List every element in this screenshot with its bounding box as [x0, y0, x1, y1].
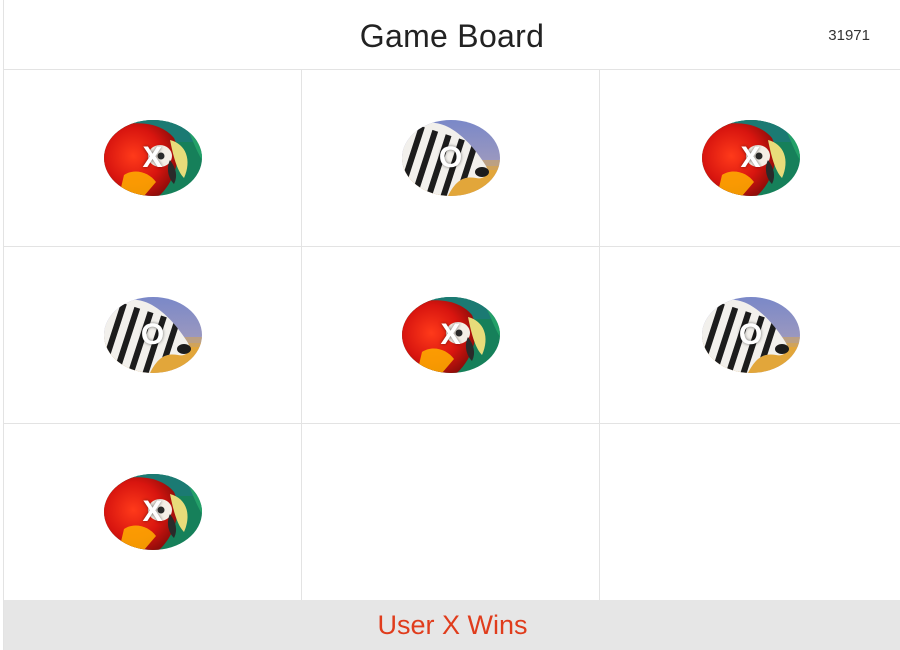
game-board: X O X O X O X [4, 70, 900, 600]
board-cell[interactable] [600, 424, 900, 600]
parrot-icon: X [103, 474, 202, 550]
cell-mark: X [142, 141, 163, 174]
board-cell[interactable]: O [600, 247, 900, 424]
parrot-icon: X [701, 120, 800, 196]
zebra-icon: O [701, 297, 800, 373]
board-cell[interactable]: O [4, 247, 302, 424]
status-bar: User X Wins [4, 600, 900, 650]
status-text: User X Wins [377, 610, 528, 640]
board-cell[interactable]: O [302, 70, 600, 247]
zebra-icon: O [103, 297, 202, 373]
board-cell[interactable]: X [4, 424, 302, 600]
page-title: Game Board [359, 18, 545, 54]
board-cell[interactable] [302, 424, 600, 600]
board-cell[interactable]: X [4, 70, 302, 247]
cell-mark: O [438, 141, 463, 174]
zebra-icon: O [401, 120, 500, 196]
board-cell[interactable]: X [600, 70, 900, 247]
game-id: 31971 [828, 27, 870, 44]
parrot-icon: X [103, 120, 202, 196]
cell-mark: X [142, 495, 163, 528]
board-cell[interactable]: X [302, 247, 600, 424]
cell-mark: O [140, 318, 165, 351]
app-frame: Game Board 31971 X O X O X O X User X Wi… [3, 0, 900, 650]
cell-mark: X [440, 318, 461, 351]
parrot-icon: X [401, 297, 500, 373]
cell-mark: O [738, 318, 763, 351]
header: Game Board 31971 [4, 0, 900, 70]
cell-mark: X [740, 141, 761, 174]
